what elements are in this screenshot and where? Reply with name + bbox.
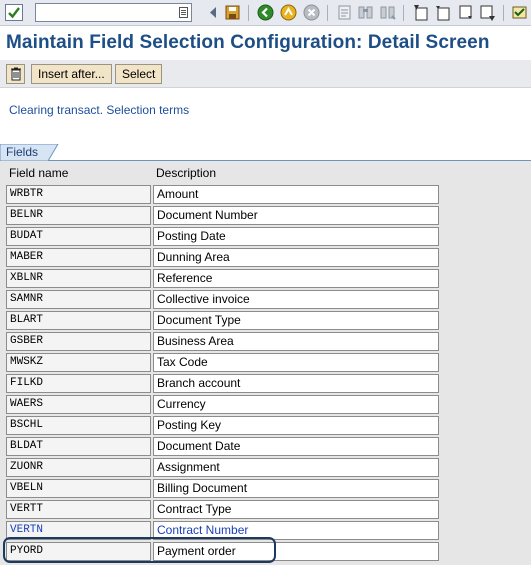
column-header-description: Description xyxy=(156,166,217,180)
fields-group-title: Fields xyxy=(6,145,39,159)
description-cell[interactable]: Dunning Area xyxy=(153,248,439,267)
exit-icon[interactable] xyxy=(279,3,298,22)
find-icon[interactable] xyxy=(356,3,375,22)
description-cell[interactable]: Billing Document xyxy=(153,479,439,498)
select-button[interactable]: Select xyxy=(115,64,163,84)
description-cell[interactable]: Posting Key xyxy=(153,416,439,435)
field-name-cell[interactable]: WRBTR xyxy=(6,185,151,204)
description-cell[interactable]: Posting Date xyxy=(153,227,439,246)
new-session-icon[interactable] xyxy=(510,3,529,22)
command-dropdown-icon[interactable] xyxy=(179,7,188,18)
field-name-cell[interactable]: BELNR xyxy=(6,206,151,225)
delete-button[interactable] xyxy=(6,64,25,84)
find-next-icon[interactable] xyxy=(378,3,397,22)
save-icon[interactable] xyxy=(223,3,242,22)
field-name-cell[interactable]: MWSKZ xyxy=(6,353,151,372)
page-title: Maintain Field Selection Configuration: … xyxy=(6,32,490,53)
system-toolbar xyxy=(0,0,531,26)
description-cell[interactable]: Branch account xyxy=(153,374,439,393)
print-icon[interactable] xyxy=(335,3,354,22)
cancel-icon[interactable] xyxy=(302,3,321,22)
field-name-cell[interactable]: XBLNR xyxy=(6,269,151,288)
field-name-cell[interactable]: BUDAT xyxy=(6,227,151,246)
enter-icon[interactable] xyxy=(5,4,23,21)
field-name-cell[interactable]: WAERS xyxy=(6,395,151,414)
field-name-cell[interactable]: FILKD xyxy=(6,374,151,393)
last-page-icon[interactable] xyxy=(478,3,497,22)
previous-page-icon[interactable] xyxy=(433,3,452,22)
description-cell[interactable]: Currency xyxy=(153,395,439,414)
field-name-cell[interactable]: BSCHL xyxy=(6,416,151,435)
description-cell[interactable]: Reference xyxy=(153,269,439,288)
first-page-icon[interactable] xyxy=(411,3,430,22)
next-page-icon[interactable] xyxy=(456,3,475,22)
description-cell[interactable]: Tax Code xyxy=(153,353,439,372)
field-name-cell[interactable]: VERTT xyxy=(6,500,151,519)
trash-icon xyxy=(11,67,21,81)
description-cell[interactable]: Collective invoice xyxy=(153,290,439,309)
description-cell[interactable]: Document Number xyxy=(153,206,439,225)
selection-caption: Clearing transact. Selection terms xyxy=(9,103,190,117)
description-cell[interactable]: Business Area xyxy=(153,332,439,351)
column-header-field-name: Field name xyxy=(9,166,69,180)
description-cell[interactable]: Assignment xyxy=(153,458,439,477)
description-cell[interactable]: Contract Type xyxy=(153,500,439,519)
back-arrow-icon[interactable] xyxy=(204,3,223,22)
description-cell[interactable]: Amount xyxy=(153,185,439,204)
back-icon[interactable] xyxy=(256,3,275,22)
description-cell[interactable]: Document Type xyxy=(153,311,439,330)
insert-after-button[interactable]: Insert after... xyxy=(31,64,112,84)
command-field[interactable] xyxy=(35,3,192,22)
field-name-cell[interactable]: ZUONR xyxy=(6,458,151,477)
field-name-cell[interactable]: BLDAT xyxy=(6,437,151,456)
field-name-cell[interactable]: MABER xyxy=(6,248,151,267)
description-cell[interactable]: Document Date xyxy=(153,437,439,456)
field-name-cell[interactable]: VBELN xyxy=(6,479,151,498)
application-toolbar: Insert after... Select xyxy=(0,60,531,88)
highlight-annotation xyxy=(3,537,276,563)
field-name-cell[interactable]: SAMNR xyxy=(6,290,151,309)
field-name-cell[interactable]: BLART xyxy=(6,311,151,330)
field-name-cell[interactable]: GSBER xyxy=(6,332,151,351)
